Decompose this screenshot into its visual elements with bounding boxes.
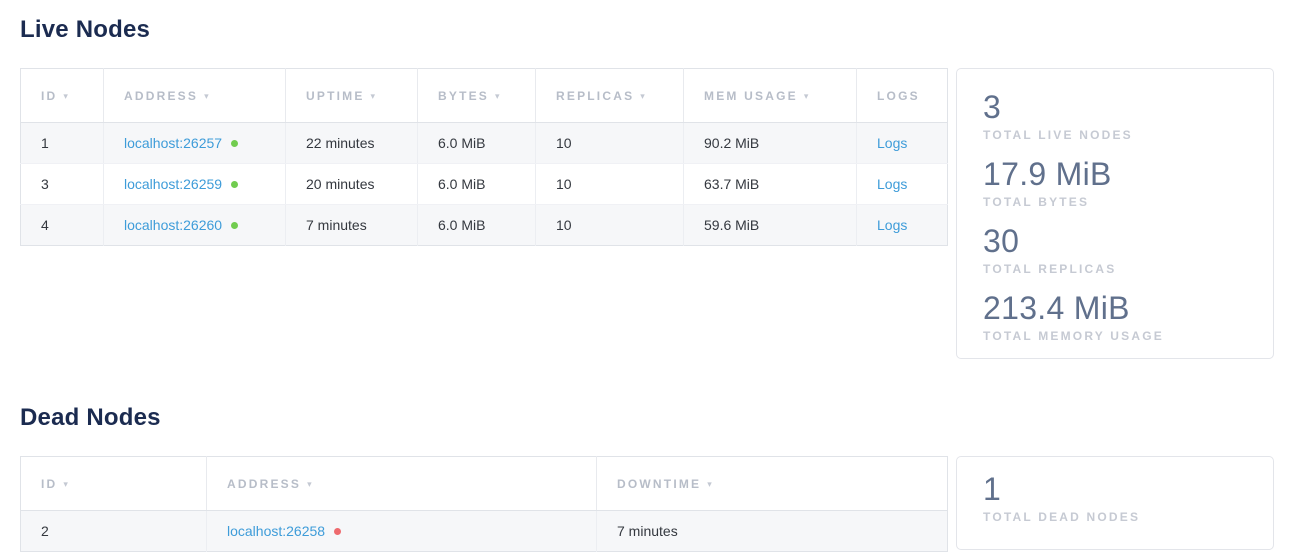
column-header-bytes-label: BYTES: [438, 89, 489, 103]
live-nodes-summary-card: 3 TOTAL LIVE NODES 17.9 MiB TOTAL BYTES …: [956, 68, 1274, 359]
node-mem-usage-cell: 59.6 MiB: [684, 205, 857, 246]
total-replicas-label: TOTAL REPLICAS: [983, 262, 1255, 276]
node-logs-link[interactable]: Logs: [877, 176, 907, 192]
column-header-replicas-label: REPLICAS: [556, 89, 634, 103]
node-logs-cell: Logs: [857, 164, 948, 205]
column-header-id[interactable]: ID ▾: [21, 69, 104, 123]
sort-down-icon: ▾: [371, 91, 378, 101]
dead-node-row: 2 localhost:26258 7 minutes: [21, 511, 948, 552]
sort-down-icon: ▾: [804, 91, 811, 101]
node-id-cell: 3: [21, 164, 104, 205]
total-dead-nodes-label: TOTAL DEAD NODES: [983, 510, 1255, 524]
summary-stat: 3 TOTAL LIVE NODES: [983, 88, 1255, 142]
node-downtime-cell: 7 minutes: [597, 511, 948, 552]
total-memory-usage-label: TOTAL MEMORY USAGE: [983, 329, 1255, 343]
column-header-uptime[interactable]: UPTIME ▾: [286, 69, 418, 123]
node-logs-cell: Logs: [857, 123, 948, 164]
sort-down-icon: ▾: [63, 479, 70, 489]
summary-stat: 30 TOTAL REPLICAS: [983, 222, 1255, 276]
dead-nodes-table: ID ▾ ADDRESS ▾ DOWNTIME ▾ 2 localhost:26258…: [20, 456, 948, 552]
node-address-link[interactable]: localhost:26258: [227, 523, 325, 539]
column-header-mem-usage[interactable]: MEM USAGE ▾: [684, 69, 857, 123]
dead-nodes-summary-card: 1 TOTAL DEAD NODES: [956, 456, 1274, 550]
sort-down-icon: ▾: [307, 479, 314, 489]
column-header-bytes[interactable]: BYTES ▾: [418, 69, 536, 123]
node-logs-link[interactable]: Logs: [877, 135, 907, 151]
total-memory-usage-value: 213.4 MiB: [983, 289, 1255, 327]
dead-table-header-row: ID ▾ ADDRESS ▾ DOWNTIME ▾: [21, 457, 948, 511]
column-header-address[interactable]: ADDRESS ▾: [207, 457, 597, 511]
live-node-row: 4 localhost:26260 7 minutes 6.0 MiB 10 5…: [21, 205, 948, 246]
live-nodes-table: ID ▾ ADDRESS ▾ UPTIME ▾ BYTES ▾ REPLICAS ▾ ME…: [20, 68, 948, 246]
node-mem-usage-cell: 90.2 MiB: [684, 123, 857, 164]
node-address-cell: localhost:26260: [104, 205, 286, 246]
total-bytes-label: TOTAL BYTES: [983, 195, 1255, 209]
column-header-address[interactable]: ADDRESS ▾: [104, 69, 286, 123]
node-logs-cell: Logs: [857, 205, 948, 246]
node-address-link[interactable]: localhost:26259: [124, 176, 222, 192]
sort-down-icon: ▾: [204, 91, 211, 101]
total-replicas-value: 30: [983, 222, 1255, 260]
node-replicas-cell: 10: [536, 123, 684, 164]
nodes-overview-page: Live Nodes ID ▾ ADDRESS ▾ UPTIME ▾ BYTES ▾ R…: [0, 0, 1294, 552]
sort-down-icon: ▾: [63, 91, 70, 101]
total-bytes-value: 17.9 MiB: [983, 155, 1255, 193]
column-header-mem-usage-label: MEM USAGE: [704, 89, 798, 103]
column-header-id-label: ID: [41, 89, 57, 103]
column-header-logs: LOGS: [857, 69, 948, 123]
column-header-address-label: ADDRESS: [124, 89, 198, 103]
node-address-cell: localhost:26257: [104, 123, 286, 164]
node-replicas-cell: 10: [536, 205, 684, 246]
node-uptime-cell: 22 minutes: [286, 123, 418, 164]
column-header-address-label: ADDRESS: [227, 477, 301, 491]
live-status-icon: [231, 140, 238, 147]
column-header-uptime-label: UPTIME: [306, 89, 365, 103]
node-bytes-cell: 6.0 MiB: [418, 205, 536, 246]
node-address-cell: localhost:26258: [207, 511, 597, 552]
live-status-icon: [231, 222, 238, 229]
node-bytes-cell: 6.0 MiB: [418, 123, 536, 164]
sort-down-icon: ▾: [640, 91, 647, 101]
node-address-cell: localhost:26259: [104, 164, 286, 205]
dead-nodes-heading: Dead Nodes: [20, 404, 1274, 432]
summary-stat: 213.4 MiB TOTAL MEMORY USAGE: [983, 289, 1255, 343]
dead-nodes-section: ID ▾ ADDRESS ▾ DOWNTIME ▾ 2 localhost:26258…: [20, 456, 1274, 552]
live-nodes-section: ID ▾ ADDRESS ▾ UPTIME ▾ BYTES ▾ REPLICAS ▾ ME…: [20, 68, 1274, 359]
node-uptime-cell: 7 minutes: [286, 205, 418, 246]
column-header-downtime[interactable]: DOWNTIME ▾: [597, 457, 948, 511]
node-id-cell: 1: [21, 123, 104, 164]
node-replicas-cell: 10: [536, 164, 684, 205]
live-node-row: 1 localhost:26257 22 minutes 6.0 MiB 10 …: [21, 123, 948, 164]
node-mem-usage-cell: 63.7 MiB: [684, 164, 857, 205]
live-status-icon: [231, 181, 238, 188]
total-live-nodes-label: TOTAL LIVE NODES: [983, 128, 1255, 142]
summary-stat: 1 TOTAL DEAD NODES: [983, 470, 1255, 524]
node-id-cell: 4: [21, 205, 104, 246]
column-header-replicas[interactable]: REPLICAS ▾: [536, 69, 684, 123]
column-header-downtime-label: DOWNTIME: [617, 477, 701, 491]
column-header-logs-label: LOGS: [877, 89, 920, 103]
node-id-cell: 2: [21, 511, 207, 552]
column-header-id-label: ID: [41, 477, 57, 491]
summary-stat: 17.9 MiB TOTAL BYTES: [983, 155, 1255, 209]
live-node-row: 3 localhost:26259 20 minutes 6.0 MiB 10 …: [21, 164, 948, 205]
sort-down-icon: ▾: [707, 479, 714, 489]
node-logs-link[interactable]: Logs: [877, 217, 907, 233]
live-nodes-heading: Live Nodes: [20, 16, 1274, 44]
live-table-header-row: ID ▾ ADDRESS ▾ UPTIME ▾ BYTES ▾ REPLICAS ▾ ME…: [21, 69, 948, 123]
node-address-link[interactable]: localhost:26260: [124, 217, 222, 233]
total-live-nodes-value: 3: [983, 88, 1255, 126]
sort-down-icon: ▾: [495, 91, 502, 101]
node-uptime-cell: 20 minutes: [286, 164, 418, 205]
total-dead-nodes-value: 1: [983, 470, 1255, 508]
node-address-link[interactable]: localhost:26257: [124, 135, 222, 151]
node-bytes-cell: 6.0 MiB: [418, 164, 536, 205]
column-header-id[interactable]: ID ▾: [21, 457, 207, 511]
dead-status-icon: [334, 528, 341, 535]
